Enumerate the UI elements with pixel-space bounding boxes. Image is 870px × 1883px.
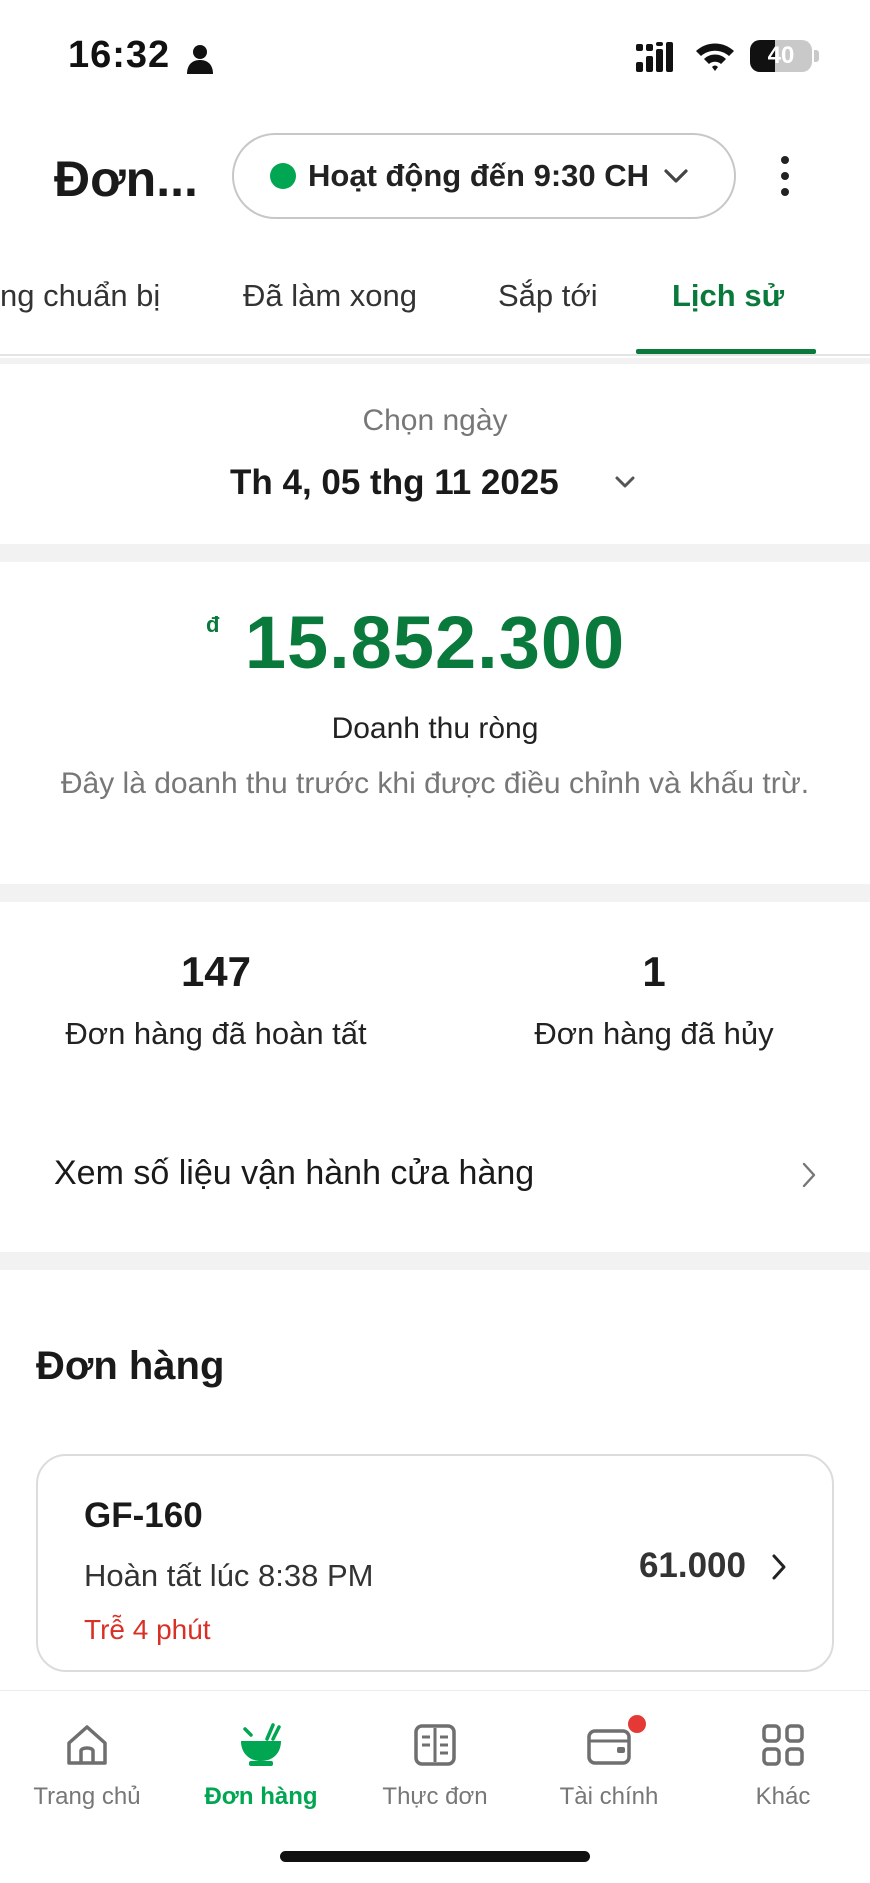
signal-icon bbox=[636, 42, 673, 72]
battery-icon: 40 bbox=[750, 40, 812, 72]
net-revenue-amount: 15.852.300 bbox=[244, 601, 626, 684]
store-status-dropdown[interactable]: Hoạt động đến 9:30 CH bbox=[232, 133, 736, 219]
orders-bowl-icon bbox=[241, 1723, 281, 1766]
more-options-icon[interactable] bbox=[774, 154, 796, 198]
chevron-down-icon bbox=[664, 169, 688, 183]
date-picker-value[interactable]: Th 4, 05 thg 11 2025 bbox=[230, 463, 559, 503]
notification-badge bbox=[628, 1715, 646, 1733]
order-tabs: ng chuẩn bị Đã làm xong Sắp tới Lịch sử bbox=[0, 256, 870, 356]
status-time: 16:32 bbox=[68, 34, 171, 76]
nav-home-label: Trang chủ bbox=[33, 1783, 141, 1810]
orders-heading: Đơn hàng bbox=[36, 1344, 225, 1388]
battery-cap bbox=[814, 50, 819, 62]
cancelled-orders-label: Đơn hàng đã hủy bbox=[534, 1016, 774, 1051]
net-revenue-label: Doanh thu ròng bbox=[331, 712, 539, 745]
nav-more[interactable]: Khác bbox=[696, 1721, 870, 1811]
person-icon bbox=[187, 45, 213, 74]
order-card[interactable]: GF-160 Hoàn tất lúc 8:38 PM Trễ 4 phút 6… bbox=[36, 1454, 834, 1672]
order-late-badge: Trễ 4 phút bbox=[84, 1614, 211, 1645]
divider bbox=[0, 358, 870, 364]
wifi-icon bbox=[696, 43, 734, 71]
store-status-label: Hoạt động đến 9:30 CH bbox=[308, 158, 650, 193]
completed-orders-label: Đơn hàng đã hoàn tất bbox=[65, 1016, 367, 1051]
home-icon bbox=[67, 1725, 107, 1765]
battery-level: 40 bbox=[767, 42, 795, 69]
divider bbox=[0, 884, 870, 902]
tab-preparing[interactable]: ng chuẩn bị bbox=[0, 278, 160, 314]
store-operations-link[interactable]: Xem số liệu vận hành cửa hàng bbox=[0, 1130, 870, 1220]
tab-upcoming[interactable]: Sắp tới bbox=[498, 278, 598, 314]
nav-orders[interactable]: Đơn hàng bbox=[174, 1721, 348, 1811]
net-revenue-description: Đây là doanh thu trước khi được điều chỉ… bbox=[60, 767, 810, 800]
date-picker-label: Chọn ngày bbox=[362, 404, 508, 437]
menu-book-icon bbox=[414, 1724, 456, 1766]
tab-done[interactable]: Đã làm xong bbox=[243, 278, 417, 314]
store-operations-label: Xem số liệu vận hành cửa hàng bbox=[54, 1154, 535, 1192]
tab-history[interactable]: Lịch sử bbox=[672, 278, 784, 314]
grid-icon bbox=[762, 1724, 804, 1766]
order-completed-time: Hoàn tất lúc 8:38 PM bbox=[84, 1558, 374, 1593]
divider bbox=[0, 1252, 870, 1270]
order-id: GF-160 bbox=[84, 1496, 203, 1535]
chevron-right-icon bbox=[802, 1162, 816, 1188]
nav-home[interactable]: Trang chủ bbox=[0, 1721, 174, 1811]
nav-finance-label: Tài chính bbox=[559, 1783, 659, 1810]
wallet-icon bbox=[587, 1729, 631, 1765]
cancelled-orders-count: 1 bbox=[642, 948, 666, 995]
home-indicator bbox=[280, 1851, 590, 1862]
tab-active-indicator bbox=[636, 349, 816, 354]
nav-orders-label: Đơn hàng bbox=[204, 1783, 318, 1810]
status-dot bbox=[270, 163, 296, 189]
nav-more-label: Khác bbox=[755, 1783, 811, 1810]
nav-menu-label: Thực đơn bbox=[382, 1783, 488, 1810]
chevron-down-icon[interactable] bbox=[614, 474, 636, 490]
status-bar: 16:32 40 bbox=[0, 0, 870, 110]
order-amount: 61.000 bbox=[638, 1546, 746, 1585]
divider bbox=[0, 544, 870, 562]
nav-menu[interactable]: Thực đơn bbox=[348, 1721, 522, 1811]
page-title: Đơn... bbox=[54, 151, 198, 207]
completed-orders-count: 147 bbox=[180, 948, 252, 995]
chevron-right-icon bbox=[772, 1554, 786, 1580]
nav-finance[interactable]: Tài chính bbox=[522, 1721, 696, 1811]
